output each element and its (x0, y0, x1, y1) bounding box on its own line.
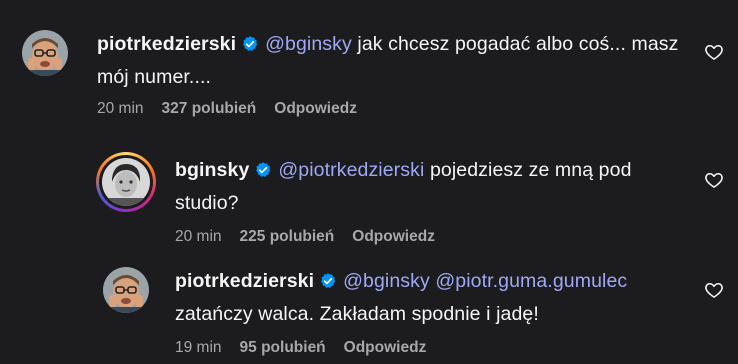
mention-link[interactable]: @bginsky (343, 270, 430, 292)
comment-text: zatańczy walca. Zakładam spodnie i jadę! (175, 303, 539, 325)
timestamp[interactable]: 20 min (175, 228, 222, 246)
portrait-avatar-icon (102, 158, 150, 206)
reply-button[interactable]: Odpowiedz (344, 339, 427, 357)
username[interactable]: piotrkedzierski (175, 270, 314, 292)
mention-link[interactable]: @bginsky (265, 33, 352, 55)
man-with-glasses-avatar-icon (22, 30, 68, 76)
heart-icon[interactable] (704, 170, 724, 190)
avatar[interactable] (102, 158, 150, 206)
comment-body: bginsky @piotrkedzierski pojedziesz ze mn… (175, 155, 685, 218)
verified-badge-icon (241, 32, 259, 62)
mention-link[interactable]: @piotrkedzierski (278, 159, 424, 181)
comment-body: piotrkedzierski @bginsky jak chcesz pogad… (97, 29, 687, 92)
comment-meta: 20 min 327 polubień Odpowiedz (97, 100, 375, 118)
heart-icon[interactable] (704, 42, 724, 62)
comment-meta: 20 min 225 polubień Odpowiedz (175, 228, 453, 246)
mention-link[interactable]: @piotr.guma.gumulec (435, 270, 627, 292)
avatar[interactable] (103, 267, 149, 313)
comment-body: piotrkedzierski @bginsky @piotr.guma.gumu… (175, 266, 685, 329)
username[interactable]: piotrkedzierski (97, 33, 236, 55)
man-with-glasses-avatar-icon (103, 267, 149, 313)
username[interactable]: bginsky (175, 159, 249, 181)
comment-meta: 19 min 95 polubień Odpowiedz (175, 339, 444, 357)
reply-button[interactable]: Odpowiedz (274, 100, 357, 118)
verified-badge-icon (319, 269, 337, 299)
timestamp[interactable]: 19 min (175, 339, 222, 357)
heart-icon[interactable] (704, 280, 724, 300)
likes-count[interactable]: 95 polubień (240, 339, 326, 357)
verified-badge-icon (254, 158, 272, 188)
likes-count[interactable]: 327 polubień (162, 100, 257, 118)
likes-count[interactable]: 225 polubień (240, 228, 335, 246)
timestamp[interactable]: 20 min (97, 100, 144, 118)
avatar[interactable] (22, 30, 68, 76)
reply-button[interactable]: Odpowiedz (352, 228, 435, 246)
